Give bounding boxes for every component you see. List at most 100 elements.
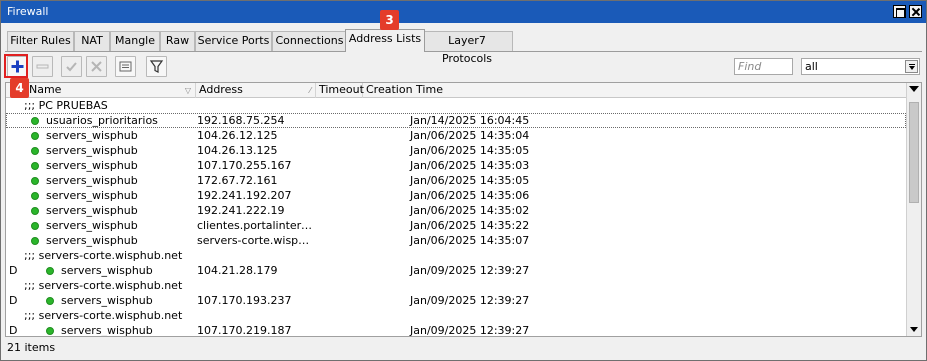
list-name: servers_wisphub [46,204,138,217]
comment-row[interactable]: ;;; servers-corte.wisphub.net [6,278,906,293]
enabled-status-icon [31,147,39,155]
address-value: 104.26.12.125 [197,129,278,142]
table-row[interactable]: usuarios_prioritarios 192.168.75.254 Jan/1… [6,113,906,128]
table-row[interactable]: servers_wisphub 172.67.72.161 Jan/06/2025 … [6,173,906,188]
title-bar[interactable]: Firewall [1,1,926,23]
maximize-button[interactable] [893,5,906,18]
creation-time: Jan/06/2025 14:35:04 [410,129,530,142]
list-name: servers_wisphub [61,294,153,307]
tab-service-ports[interactable]: Service Ports [195,31,272,51]
creation-time: Jan/06/2025 14:35:06 [410,189,530,202]
creation-time: Jan/06/2025 14:35:03 [410,159,530,172]
address-value: 192.241.222.19 [197,204,285,217]
list-name: servers_wisphub [46,219,138,232]
enabled-status-icon [31,237,39,245]
table-row[interactable]: Dservers_wisphub 107.170.193.237 Jan/09/20… [6,293,906,308]
column-timeout[interactable]: Timeout [316,83,364,98]
creation-time: Jan/09/2025 12:39:27 [410,324,530,337]
tab-raw[interactable]: Raw [160,31,195,51]
enabled-status-icon [46,297,54,305]
disable-icon [91,61,102,72]
list-name: servers_wisphub [61,324,153,337]
creation-time: Jan/06/2025 14:35:22 [410,219,530,232]
enabled-status-icon [31,162,39,170]
list-name: servers_wisphub [46,234,138,247]
address-value: 104.21.28.179 [197,264,278,277]
comment-row[interactable]: ;;; PC PRUEBAS [6,98,906,113]
comment-icon [119,61,132,72]
comment-text: ;;; servers-corte.wisphub.net [24,249,183,262]
row-flag: D [9,264,18,277]
enable-icon [66,62,77,72]
comment-row[interactable]: ;;; servers-corte.wisphub.net [6,248,906,263]
address-value: 107.170.193.237 [197,294,292,307]
list-name: servers_wisphub [46,144,138,157]
scrollbar-thumb[interactable] [909,102,919,203]
filter-button[interactable] [146,56,167,77]
tab-layer7-protocols[interactable]: Layer7 Protocols [421,31,513,65]
tab-filter-rules[interactable]: Filter Rules [7,31,74,51]
table-row[interactable]: servers_wisphub servers-corte.wisphub....… [6,233,906,248]
disable-button[interactable] [86,56,107,77]
remove-button[interactable] [32,56,53,77]
table-row[interactable]: servers_wisphub 192.241.192.207 Jan/06/202… [6,188,906,203]
address-value: 172.67.72.161 [197,174,278,187]
firewall-window: Firewall Filter Rules NAT Mangle Raw Service… [0,0,927,361]
comment-text: ;;; servers-corte.wisphub.net [24,309,183,322]
table-row[interactable]: servers_wisphub 104.26.12.125 Jan/06/2025 … [6,128,906,143]
tab-mangle[interactable]: Mangle [110,31,160,51]
address-value: servers-corte.wisphub.... [197,234,315,247]
creation-time: Jan/09/2025 12:39:27 [410,264,530,277]
tab-address-lists[interactable]: Address Lists [345,29,425,52]
tab-nat[interactable]: NAT [74,31,110,51]
filter-select-value: all [805,60,818,73]
list-name: usuarios_prioritarios [46,114,158,127]
window-title: Firewall [7,5,49,18]
sort-icon: ⁄ [309,86,311,95]
table-row[interactable]: Dservers_wisphub 104.21.28.179 Jan/09/2025… [6,263,906,278]
comment-text: ;;; servers-corte.wisphub.net [24,279,183,292]
list-name: servers_wisphub [46,129,138,142]
scroll-up-icon[interactable] [909,86,919,92]
comment-row[interactable]: ;;; servers-corte.wisphub.net [6,308,906,323]
creation-time: Jan/06/2025 14:35:05 [410,174,530,187]
enable-button[interactable] [61,56,82,77]
filter-select[interactable]: all [801,58,920,75]
comment-text: ;;; PC PRUEBAS [24,99,108,112]
column-address[interactable]: Address ⁄ [196,83,316,98]
address-value: clientes.portalinternet.... [197,219,315,232]
step-badge-3: 3 [380,10,399,30]
creation-time: Jan/09/2025 12:39:27 [410,294,530,307]
tab-divider [5,51,922,52]
close-button[interactable] [909,5,922,18]
enabled-status-icon [31,132,39,140]
address-value: 192.168.75.254 [197,114,285,127]
enabled-status-icon [31,177,39,185]
table-header: Name ▽ Address ⁄ Timeout Creation Time [6,83,906,98]
table-row[interactable]: servers_wisphub 192.241.222.19 Jan/06/2025… [6,203,906,218]
table-row[interactable]: servers_wisphub clientes.portalinternet..… [6,218,906,233]
status-bar: 21 items [1,338,926,360]
vertical-scrollbar[interactable] [906,83,921,336]
find-input[interactable]: Find [734,58,793,75]
dropdown-arrow-icon[interactable] [905,60,918,73]
creation-time: Jan/14/2025 16:04:45 [410,114,530,127]
table-row[interactable]: servers_wisphub 107.170.255.167 Jan/06/202… [6,158,906,173]
item-count: 21 items [7,341,56,354]
table-row[interactable]: Dservers_wisphub 107.170.219.187 Jan/09/20… [6,323,906,337]
list-name: servers_wisphub [46,189,138,202]
creation-time: Jan/06/2025 14:35:05 [410,144,530,157]
column-creation-time[interactable]: Creation Time [363,83,906,98]
address-value: 104.26.13.125 [197,144,278,157]
enabled-status-icon [31,192,39,200]
tab-connections[interactable]: Connections [272,31,347,51]
scroll-down-icon[interactable] [910,327,918,332]
table-row[interactable]: servers_wisphub 104.26.13.125 Jan/06/2025 … [6,143,906,158]
address-value: 192.241.192.207 [197,189,292,202]
enabled-status-icon [31,117,39,125]
column-name[interactable]: Name ▽ [26,83,196,98]
creation-time: Jan/06/2025 14:35:07 [410,234,530,247]
add-button-highlight [4,54,28,78]
comment-button[interactable] [115,56,136,77]
address-value: 107.170.219.187 [197,324,292,337]
